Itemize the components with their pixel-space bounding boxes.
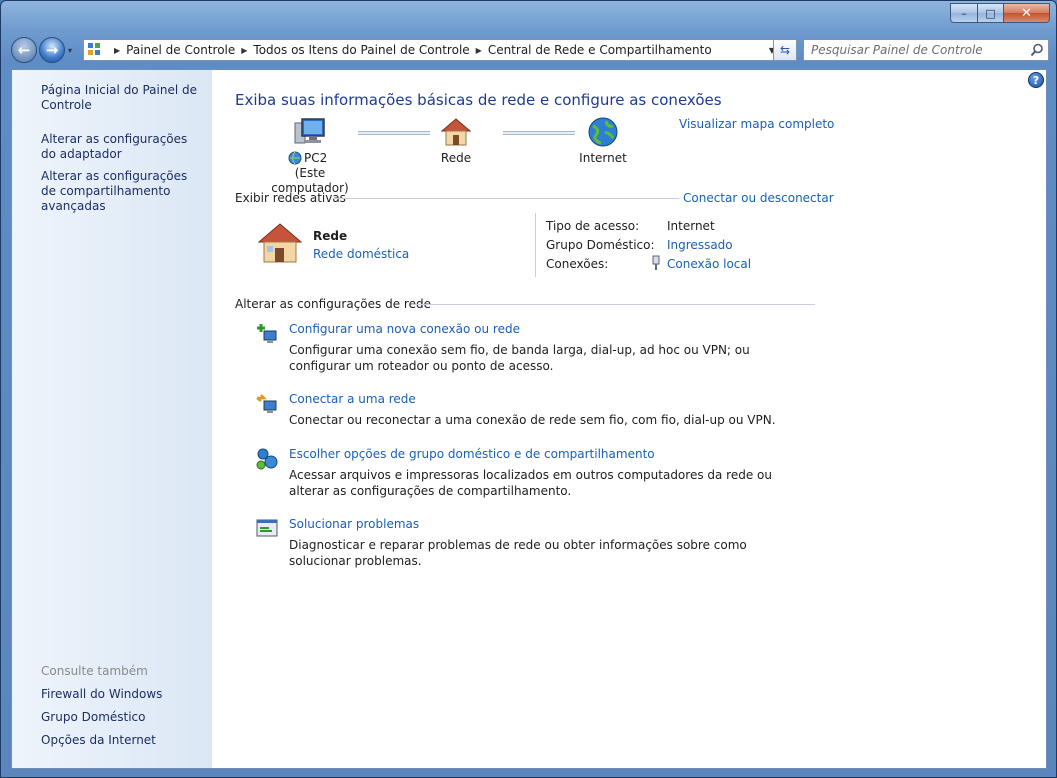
internet-label: Internet bbox=[579, 151, 627, 165]
task-link-homegroup-sharing[interactable]: Escolher opções de grupo doméstico e de … bbox=[289, 447, 655, 461]
task-link-troubleshoot[interactable]: Solucionar problemas bbox=[289, 517, 419, 531]
maximize-button[interactable]: □ bbox=[978, 3, 1004, 23]
sidebar: Página Inicial do Painel de Controle Alt… bbox=[12, 70, 212, 768]
sidebar-link-firewall[interactable]: Firewall do Windows bbox=[41, 687, 206, 702]
netmap-computer[interactable]: PC2 (Este computador) bbox=[255, 117, 365, 196]
active-networks-heading: Exibir redes ativas bbox=[235, 191, 346, 205]
homegroup-sharing-icon bbox=[256, 448, 278, 470]
active-network-name: Rede bbox=[313, 229, 348, 243]
netmap-link-computer-network bbox=[358, 131, 430, 135]
breadcrumb-separator[interactable]: ▶ bbox=[241, 46, 247, 55]
help-icon[interactable]: ? bbox=[1028, 72, 1044, 88]
refresh-icon: ⇆ bbox=[779, 43, 791, 57]
control-panel-icon bbox=[88, 43, 102, 57]
connect-disconnect-link[interactable]: Conectar ou desconectar bbox=[683, 191, 834, 205]
main-content: Exiba suas informações básicas de rede e… bbox=[235, 70, 835, 768]
homegroup-link[interactable]: Ingressado bbox=[667, 238, 733, 252]
network-label: Rede bbox=[440, 151, 472, 165]
netmap-internet[interactable]: Internet bbox=[573, 117, 633, 166]
sidebar-link-homegroup[interactable]: Grupo Doméstico bbox=[41, 710, 206, 725]
task-link-connect-network[interactable]: Conectar a uma rede bbox=[289, 392, 416, 406]
see-also-heading: Consulte também bbox=[41, 664, 148, 678]
back-button[interactable]: ← bbox=[11, 37, 37, 63]
homegroup-label: Grupo Doméstico: bbox=[546, 238, 655, 252]
section-divider bbox=[411, 304, 815, 305]
page-title: Exiba suas informações básicas de rede e… bbox=[235, 91, 722, 109]
breadcrumb-all-items[interactable]: Todos os Itens do Painel de Controle bbox=[253, 43, 469, 57]
minimize-button[interactable]: – bbox=[950, 3, 978, 23]
task-desc-new-connection: Configurar uma conexão sem fio, de banda… bbox=[289, 343, 750, 373]
change-settings-heading: Alterar as configurações de rede bbox=[235, 297, 431, 311]
netmap-network[interactable]: Rede bbox=[431, 117, 481, 166]
netmap-link-network-internet bbox=[503, 131, 575, 135]
client-area: Página Inicial do Painel de Controle Alt… bbox=[11, 69, 1047, 769]
back-arrow-icon: ← bbox=[17, 41, 31, 59]
network-globe-small-icon bbox=[288, 151, 302, 165]
window: – □ ✕ ← → ▾ ▶ Painel de Controle ▶ Todos… bbox=[0, 0, 1057, 778]
task-desc-connect-network: Conectar ou reconectar a uma conexão de … bbox=[289, 413, 776, 427]
access-type-value: Internet bbox=[667, 219, 715, 233]
globe-icon bbox=[588, 117, 618, 147]
sidebar-link-sharing-settings[interactable]: Alterar as configurações de compartilham… bbox=[41, 169, 206, 214]
breadcrumb-separator: ▶ bbox=[114, 45, 121, 55]
house-icon bbox=[440, 118, 472, 146]
sidebar-link-adapter-settings[interactable]: Alterar as configurações do adaptador bbox=[41, 132, 206, 162]
breadcrumb-network-center[interactable]: Central de Rede e Compartilhamento bbox=[488, 43, 712, 57]
task-homegroup-sharing: Escolher opções de grupo doméstico e de … bbox=[255, 447, 835, 498]
access-type-label: Tipo de acesso: bbox=[546, 219, 640, 233]
computer-name: PC2 bbox=[304, 151, 328, 165]
task-desc-homegroup-sharing: Acessar arquivos e impressoras localizad… bbox=[289, 468, 772, 498]
caption-buttons: – □ ✕ bbox=[950, 3, 1050, 23]
sidebar-link-internet-options[interactable]: Opções da Internet bbox=[41, 733, 206, 748]
task-troubleshoot: Solucionar problemas Diagnosticar e repa… bbox=[255, 517, 835, 568]
search-icon[interactable] bbox=[1030, 43, 1044, 57]
task-desc-troubleshoot: Diagnosticar e reparar problemas de rede… bbox=[289, 538, 747, 568]
ethernet-cable-icon bbox=[652, 255, 660, 270]
breadcrumb-separator[interactable]: ▶ bbox=[476, 46, 482, 55]
task-new-connection: Configurar uma nova conexão ou rede Conf… bbox=[255, 322, 835, 373]
breadcrumb-control-panel[interactable]: Painel de Controle bbox=[126, 43, 235, 57]
connections-label: Conexões: bbox=[546, 257, 609, 271]
task-link-new-connection[interactable]: Configurar uma nova conexão ou rede bbox=[289, 322, 520, 336]
house-large-icon bbox=[257, 223, 303, 263]
recent-pages-dropdown[interactable]: ▾ bbox=[65, 37, 75, 63]
forward-button[interactable]: → bbox=[39, 37, 65, 63]
section-divider bbox=[333, 198, 679, 199]
vertical-divider bbox=[535, 213, 536, 277]
new-connection-icon bbox=[257, 324, 277, 343]
search-input[interactable]: Pesquisar Painel de Controle bbox=[803, 39, 1049, 61]
navigation-bar: ← → ▾ ▶ Painel de Controle ▶ Todos os It… bbox=[11, 35, 1049, 65]
sidebar-link-control-panel-home[interactable]: Página Inicial do Painel de Controle bbox=[41, 83, 206, 113]
computer-icon bbox=[294, 118, 325, 144]
view-full-map-link[interactable]: Visualizar mapa completo bbox=[679, 117, 834, 131]
close-button[interactable]: ✕ bbox=[1004, 3, 1050, 23]
connect-network-icon bbox=[256, 394, 277, 413]
forward-arrow-icon: → bbox=[45, 41, 59, 59]
task-connect-network: Conectar a uma rede Conectar ou reconect… bbox=[255, 392, 835, 432]
active-network-type-link[interactable]: Rede doméstica bbox=[313, 247, 409, 261]
address-bar[interactable]: ▶ Painel de Controle ▶ Todos os Itens do… bbox=[83, 39, 781, 61]
search-placeholder: Pesquisar Painel de Controle bbox=[811, 43, 983, 57]
refresh-button[interactable]: ⇆ bbox=[773, 39, 797, 61]
local-connection-link[interactable]: Conexão local bbox=[667, 257, 751, 271]
troubleshoot-icon bbox=[256, 519, 278, 537]
